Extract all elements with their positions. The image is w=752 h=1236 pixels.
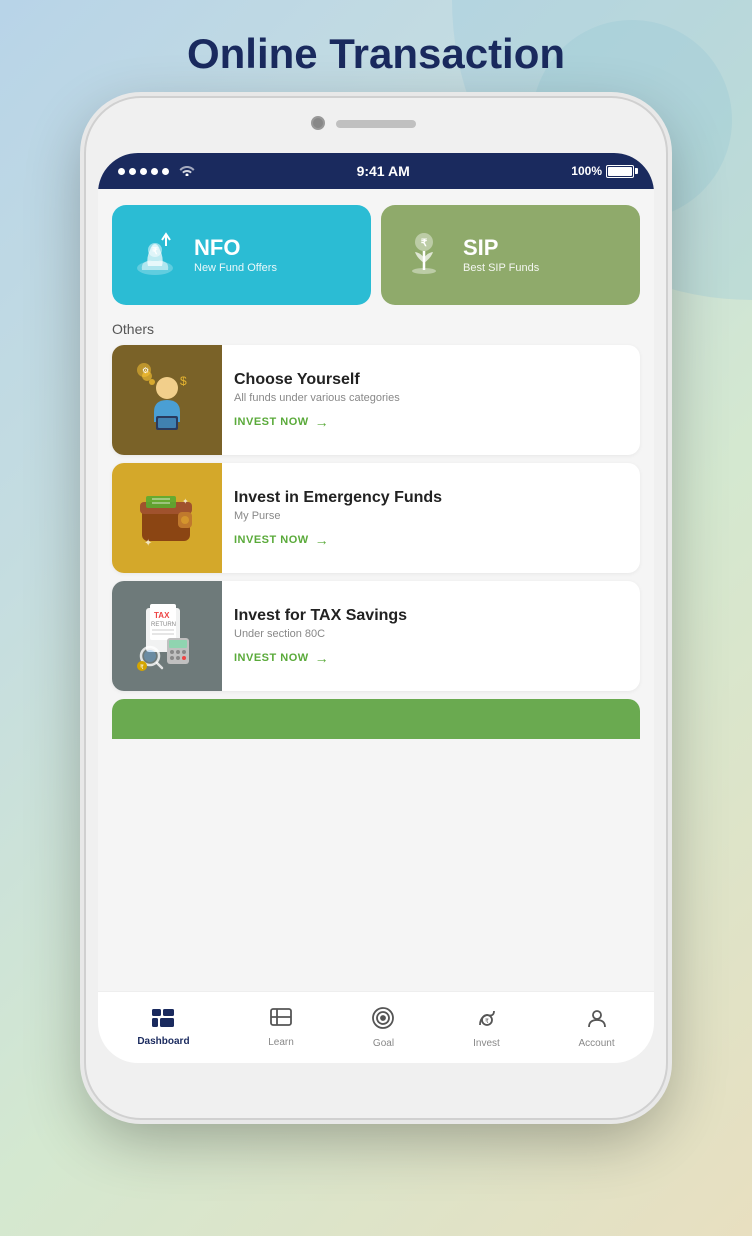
svg-text:₹: ₹ <box>485 1018 489 1025</box>
nav-dashboard-label: Dashboard <box>137 1036 189 1047</box>
goal-icon <box>372 1007 394 1035</box>
nav-invest-label: Invest <box>473 1038 500 1049</box>
choose-yourself-cta-label: INVEST NOW <box>234 416 309 428</box>
signal-dot-4 <box>151 168 158 175</box>
dashboard-svg <box>152 1009 174 1027</box>
signal-dots <box>118 164 195 179</box>
nfo-card[interactable]: ₹ NFO New Fund Offers <box>112 205 371 305</box>
tax-savings-cta[interactable]: INVEST NOW → <box>234 650 407 666</box>
nav-learn-label: Learn <box>268 1037 294 1048</box>
dashboard-icon <box>152 1009 174 1033</box>
sip-sublabel: Best SIP Funds <box>463 262 539 274</box>
tax-savings-title: Invest for TAX Savings <box>234 607 407 625</box>
signal-dot-2 <box>129 168 136 175</box>
goal-svg <box>372 1007 394 1029</box>
learn-icon <box>270 1008 292 1034</box>
choose-yourself-title: Choose Yourself <box>234 371 400 389</box>
nfo-label: NFO <box>194 236 277 260</box>
wifi-icon <box>179 164 195 179</box>
screen-content: ₹ NFO New Fund Offers <box>98 189 654 1063</box>
phone-screen: 9:41 AM 100% <box>98 153 654 1063</box>
tax-savings-cta-label: INVEST NOW <box>234 652 309 664</box>
choose-yourself-cta[interactable]: INVEST NOW → <box>234 414 400 430</box>
invest-list: ⚙ $ Choose Yourself All funds under vari… <box>98 345 654 699</box>
invest-icon: ₹ <box>476 1007 498 1035</box>
signal-dot-3 <box>140 168 147 175</box>
choose-yourself-thumb: ⚙ $ <box>112 345 222 455</box>
nav-dashboard[interactable]: Dashboard <box>137 1009 189 1047</box>
battery-percentage: 100% <box>571 164 602 178</box>
nav-goal-label: Goal <box>373 1038 394 1049</box>
tax-savings-item[interactable]: TAX RETURN <box>112 581 640 691</box>
account-icon <box>586 1007 608 1035</box>
battery-bar <box>606 165 634 178</box>
svg-text:$: $ <box>180 374 187 388</box>
tax-savings-subtitle: Under section 80C <box>234 628 407 640</box>
emergency-funds-title: Invest in Emergency Funds <box>234 489 442 507</box>
nav-account[interactable]: Account <box>579 1007 615 1049</box>
tax-savings-icon: TAX RETURN <box>132 596 202 676</box>
svg-text:RETURN: RETURN <box>151 622 176 628</box>
svg-text:✦: ✦ <box>182 497 189 506</box>
signal-dot-5 <box>162 168 169 175</box>
svg-text:₹: ₹ <box>421 238 428 249</box>
emergency-funds-item[interactable]: ✦ ✦ Invest in Emergency Funds My Purse I… <box>112 463 640 573</box>
svg-text:✦: ✦ <box>144 538 152 549</box>
emergency-funds-subtitle: My Purse <box>234 510 442 522</box>
partial-card <box>112 699 640 739</box>
nav-goal[interactable]: Goal <box>372 1007 394 1049</box>
svg-text:⚙: ⚙ <box>142 366 149 375</box>
tax-savings-thumb: TAX RETURN <box>112 581 222 691</box>
learn-svg <box>270 1008 292 1028</box>
nfo-sublabel: New Fund Offers <box>194 262 277 274</box>
emergency-funds-cta-label: INVEST NOW <box>234 534 309 546</box>
emergency-funds-thumb: ✦ ✦ <box>112 463 222 573</box>
nfo-icon-wrap: ₹ <box>128 228 182 282</box>
speaker <box>336 120 416 128</box>
sip-text: SIP Best SIP Funds <box>463 236 539 274</box>
nfo-text: NFO New Fund Offers <box>194 236 277 274</box>
choose-yourself-icon: ⚙ $ <box>132 360 202 440</box>
tax-savings-arrow-icon: → <box>315 650 330 666</box>
battery-fill <box>608 167 632 176</box>
top-cards-section: ₹ NFO New Fund Offers <box>98 189 654 317</box>
emergency-funds-arrow-icon: → <box>315 532 330 548</box>
status-time: 9:41 AM <box>357 163 410 179</box>
status-bar: 9:41 AM 100% <box>98 153 654 189</box>
sip-icon: ₹ <box>397 228 451 282</box>
emergency-funds-cta[interactable]: INVEST NOW → <box>234 532 442 548</box>
nav-invest[interactable]: ₹ Invest <box>473 1007 500 1049</box>
battery-indicator: 100% <box>571 164 634 178</box>
choose-yourself-info: Choose Yourself All funds under various … <box>222 345 412 455</box>
sip-label: SIP <box>463 236 539 260</box>
nav-account-label: Account <box>579 1038 615 1049</box>
choose-yourself-item[interactable]: ⚙ $ Choose Yourself All funds under vari… <box>112 345 640 455</box>
invest-svg: ₹ <box>476 1007 498 1029</box>
nav-learn[interactable]: Learn <box>268 1008 294 1048</box>
emergency-funds-icon: ✦ ✦ <box>132 478 202 558</box>
choose-yourself-subtitle: All funds under various categories <box>234 392 400 404</box>
choose-yourself-arrow-icon: → <box>315 414 330 430</box>
svg-text:TAX: TAX <box>154 611 170 620</box>
svg-text:₹: ₹ <box>140 664 144 671</box>
sip-card[interactable]: ₹ SIP Best SIP Funds <box>381 205 640 305</box>
nfo-icon: ₹ <box>128 228 182 282</box>
page-title: Online Transaction <box>187 30 565 78</box>
phone-frame: 9:41 AM 100% <box>86 98 666 1118</box>
emergency-funds-info: Invest in Emergency Funds My Purse INVES… <box>222 463 454 573</box>
bottom-navigation: Dashboard Learn <box>98 991 654 1063</box>
svg-text:₹: ₹ <box>152 246 158 256</box>
account-svg <box>586 1007 608 1029</box>
signal-dot-1 <box>118 168 125 175</box>
others-section-label: Others <box>98 317 654 345</box>
front-camera <box>311 116 325 130</box>
sip-icon-wrap: ₹ <box>397 228 451 282</box>
tax-savings-info: Invest for TAX Savings Under section 80C… <box>222 581 419 691</box>
